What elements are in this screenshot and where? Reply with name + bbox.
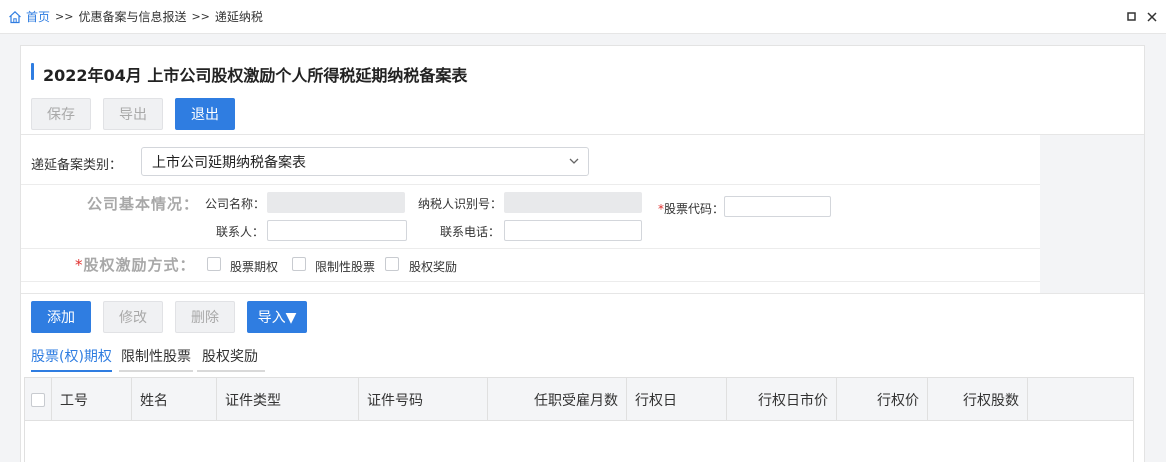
form-divider <box>21 184 1040 185</box>
equity-award-label: 股权奖励 <box>409 260 458 274</box>
breadcrumb-deferred-tax: 递延纳税 <box>214 10 263 24</box>
company-name-label: 公司名称： <box>205 197 266 211</box>
breadcrumb-home[interactable]: 首页 <box>26 8 50 25</box>
home-icon[interactable] <box>8 10 22 24</box>
edit-button[interactable]: 修改 <box>103 301 163 333</box>
breadcrumb-separator: >> <box>55 10 74 23</box>
maximize-icon[interactable] <box>1127 12 1137 22</box>
save-button[interactable]: 保存 <box>31 98 91 130</box>
form-divider <box>21 281 1040 282</box>
select-all-checkbox[interactable] <box>31 392 45 407</box>
column-header-exercise-price[interactable]: 行权价 <box>837 378 928 421</box>
column-header-employee-id[interactable]: 工号 <box>52 378 132 421</box>
export-button[interactable]: 导出 <box>103 98 163 130</box>
column-header-exercise-date-price[interactable]: 行权日市价 <box>727 378 837 421</box>
select-all-cell <box>25 378 52 421</box>
title-accent-bar <box>31 63 34 80</box>
chevron-down-icon <box>569 158 579 164</box>
add-button[interactable]: 添加 <box>31 301 91 333</box>
breadcrumb-bar: 首页 >> 优惠备案与信息报送 >> 递延纳税 <box>0 0 1166 34</box>
exit-button[interactable]: 退出 <box>175 98 235 130</box>
equity-award-checkbox[interactable] <box>385 257 399 271</box>
tax-id-label: 纳税人识别号： <box>418 197 503 211</box>
stock-code-field[interactable] <box>724 196 831 217</box>
page-title: 2022年04月 上市公司股权激励个人所得税延期纳税备案表 <box>43 66 468 85</box>
incentive-method-label-text: 股权激励方式： <box>83 256 196 274</box>
import-dropdown-button[interactable]: 导入▼ <box>247 301 307 333</box>
table-header: 工号 姓名 证件类型 证件号码 任职受雇月数 行权日 行权日市价 行权价 行权股… <box>25 378 1133 421</box>
column-header-employment-months[interactable]: 任职受雇月数 <box>488 378 627 421</box>
tab-stock-option[interactable]: 股票(权)期权 <box>31 346 112 372</box>
restricted-stock-checkbox[interactable] <box>292 257 306 271</box>
restricted-stock-label: 限制性股票 <box>315 260 376 274</box>
form-divider <box>21 248 1040 249</box>
main-panel: 2022年04月 上市公司股权激励个人所得税延期纳税备案表 保存 导出 退出 递… <box>20 45 1145 462</box>
column-header-exercise-shares[interactable]: 行权股数 <box>928 378 1028 421</box>
column-header-exercise-date[interactable]: 行权日 <box>627 378 727 421</box>
category-label: 递延备案类别： <box>31 158 123 173</box>
tab-restricted-stock[interactable]: 限制性股票 <box>121 346 191 370</box>
stock-code-label: *股票代码： <box>658 200 724 217</box>
column-header-id-type[interactable]: 证件类型 <box>217 378 359 421</box>
data-table: 工号 姓名 证件类型 证件号码 任职受雇月数 行权日 行权日市价 行权价 行权股… <box>24 377 1134 462</box>
tab-equity-award[interactable]: 股权奖励 <box>202 346 258 370</box>
breadcrumb-preferential-filing[interactable]: 优惠备案与信息报送 <box>78 8 186 25</box>
required-mark: * <box>75 256 84 274</box>
phone-label: 联系电话： <box>440 225 501 239</box>
tax-id-field[interactable] <box>504 192 642 213</box>
breadcrumb-separator: >> <box>191 10 210 23</box>
phone-field[interactable] <box>504 220 642 241</box>
tab-underline <box>119 370 193 372</box>
stock-option-checkbox[interactable] <box>207 257 221 271</box>
column-header-name[interactable]: 姓名 <box>132 378 217 421</box>
incentive-method-label: *股权激励方式： <box>75 254 196 275</box>
form-side-area <box>1040 135 1144 293</box>
category-select-value: 上市公司延期纳税备案表 <box>152 154 306 171</box>
delete-button[interactable]: 删除 <box>175 301 235 333</box>
contact-label: 联系人： <box>216 225 265 239</box>
tab-underline <box>197 370 265 372</box>
company-name-field[interactable] <box>267 192 405 213</box>
stock-option-label: 股票期权 <box>230 260 279 274</box>
category-select[interactable]: 上市公司延期纳税备案表 <box>141 147 589 176</box>
contact-field[interactable] <box>267 220 407 241</box>
filing-form: 递延备案类别： 上市公司延期纳税备案表 公司基本情况： 公司名称： 纳税人识别号… <box>21 134 1144 294</box>
stock-code-label-text: 股票代码： <box>664 202 725 216</box>
column-header-id-number[interactable]: 证件号码 <box>359 378 488 421</box>
close-icon[interactable] <box>1147 12 1157 22</box>
company-section-label: 公司基本情况： <box>87 195 200 213</box>
